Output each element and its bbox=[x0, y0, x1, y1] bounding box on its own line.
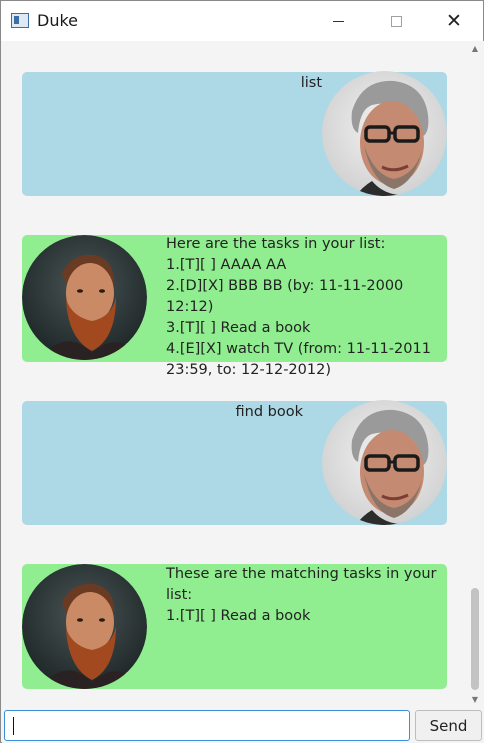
user-dialog-box: list bbox=[22, 71, 447, 196]
text-caret bbox=[13, 717, 14, 735]
user-avatar bbox=[322, 71, 447, 196]
window-title: Duke bbox=[37, 11, 78, 30]
duke-dialog-box: Here are the tasks in your list: 1.[T][ … bbox=[22, 235, 447, 378]
send-button[interactable]: Send bbox=[415, 710, 482, 741]
maximize-button[interactable] bbox=[367, 1, 425, 41]
user-avatar bbox=[322, 400, 447, 525]
maximize-icon bbox=[390, 15, 402, 27]
user-message-text: list bbox=[300, 75, 322, 91]
minimize-icon bbox=[332, 20, 344, 22]
scrollbar-thumb[interactable] bbox=[471, 588, 479, 690]
user-input-field[interactable] bbox=[4, 710, 410, 741]
app-icon bbox=[11, 13, 29, 28]
user-message-text: find book bbox=[235, 404, 303, 420]
scroll-down-icon[interactable]: ▼ bbox=[471, 696, 479, 704]
duke-message-text: These are the matching tasks in your lis… bbox=[166, 566, 437, 624]
minimize-button[interactable] bbox=[309, 1, 367, 41]
duke-avatar bbox=[22, 235, 147, 360]
duke-message-text: Here are the tasks in your list: 1.[T][ … bbox=[166, 236, 431, 378]
duke-avatar bbox=[22, 564, 147, 689]
input-bar: Send bbox=[2, 708, 484, 743]
title-bar[interactable]: Duke ✕ bbox=[1, 1, 483, 41]
scroll-up-icon[interactable]: ▲ bbox=[471, 45, 479, 53]
dialog-container[interactable]: list Here are the tasks in your list: 1.… bbox=[2, 41, 484, 708]
close-icon: ✕ bbox=[446, 9, 462, 32]
user-dialog-box: find book bbox=[22, 400, 447, 525]
close-button[interactable]: ✕ bbox=[425, 1, 483, 41]
vertical-scrollbar[interactable]: ▲ ▼ bbox=[467, 41, 483, 708]
app-window: Duke ✕ list Here are the tasks in your l… bbox=[0, 0, 484, 743]
duke-dialog-box: These are the matching tasks in your lis… bbox=[22, 564, 447, 689]
